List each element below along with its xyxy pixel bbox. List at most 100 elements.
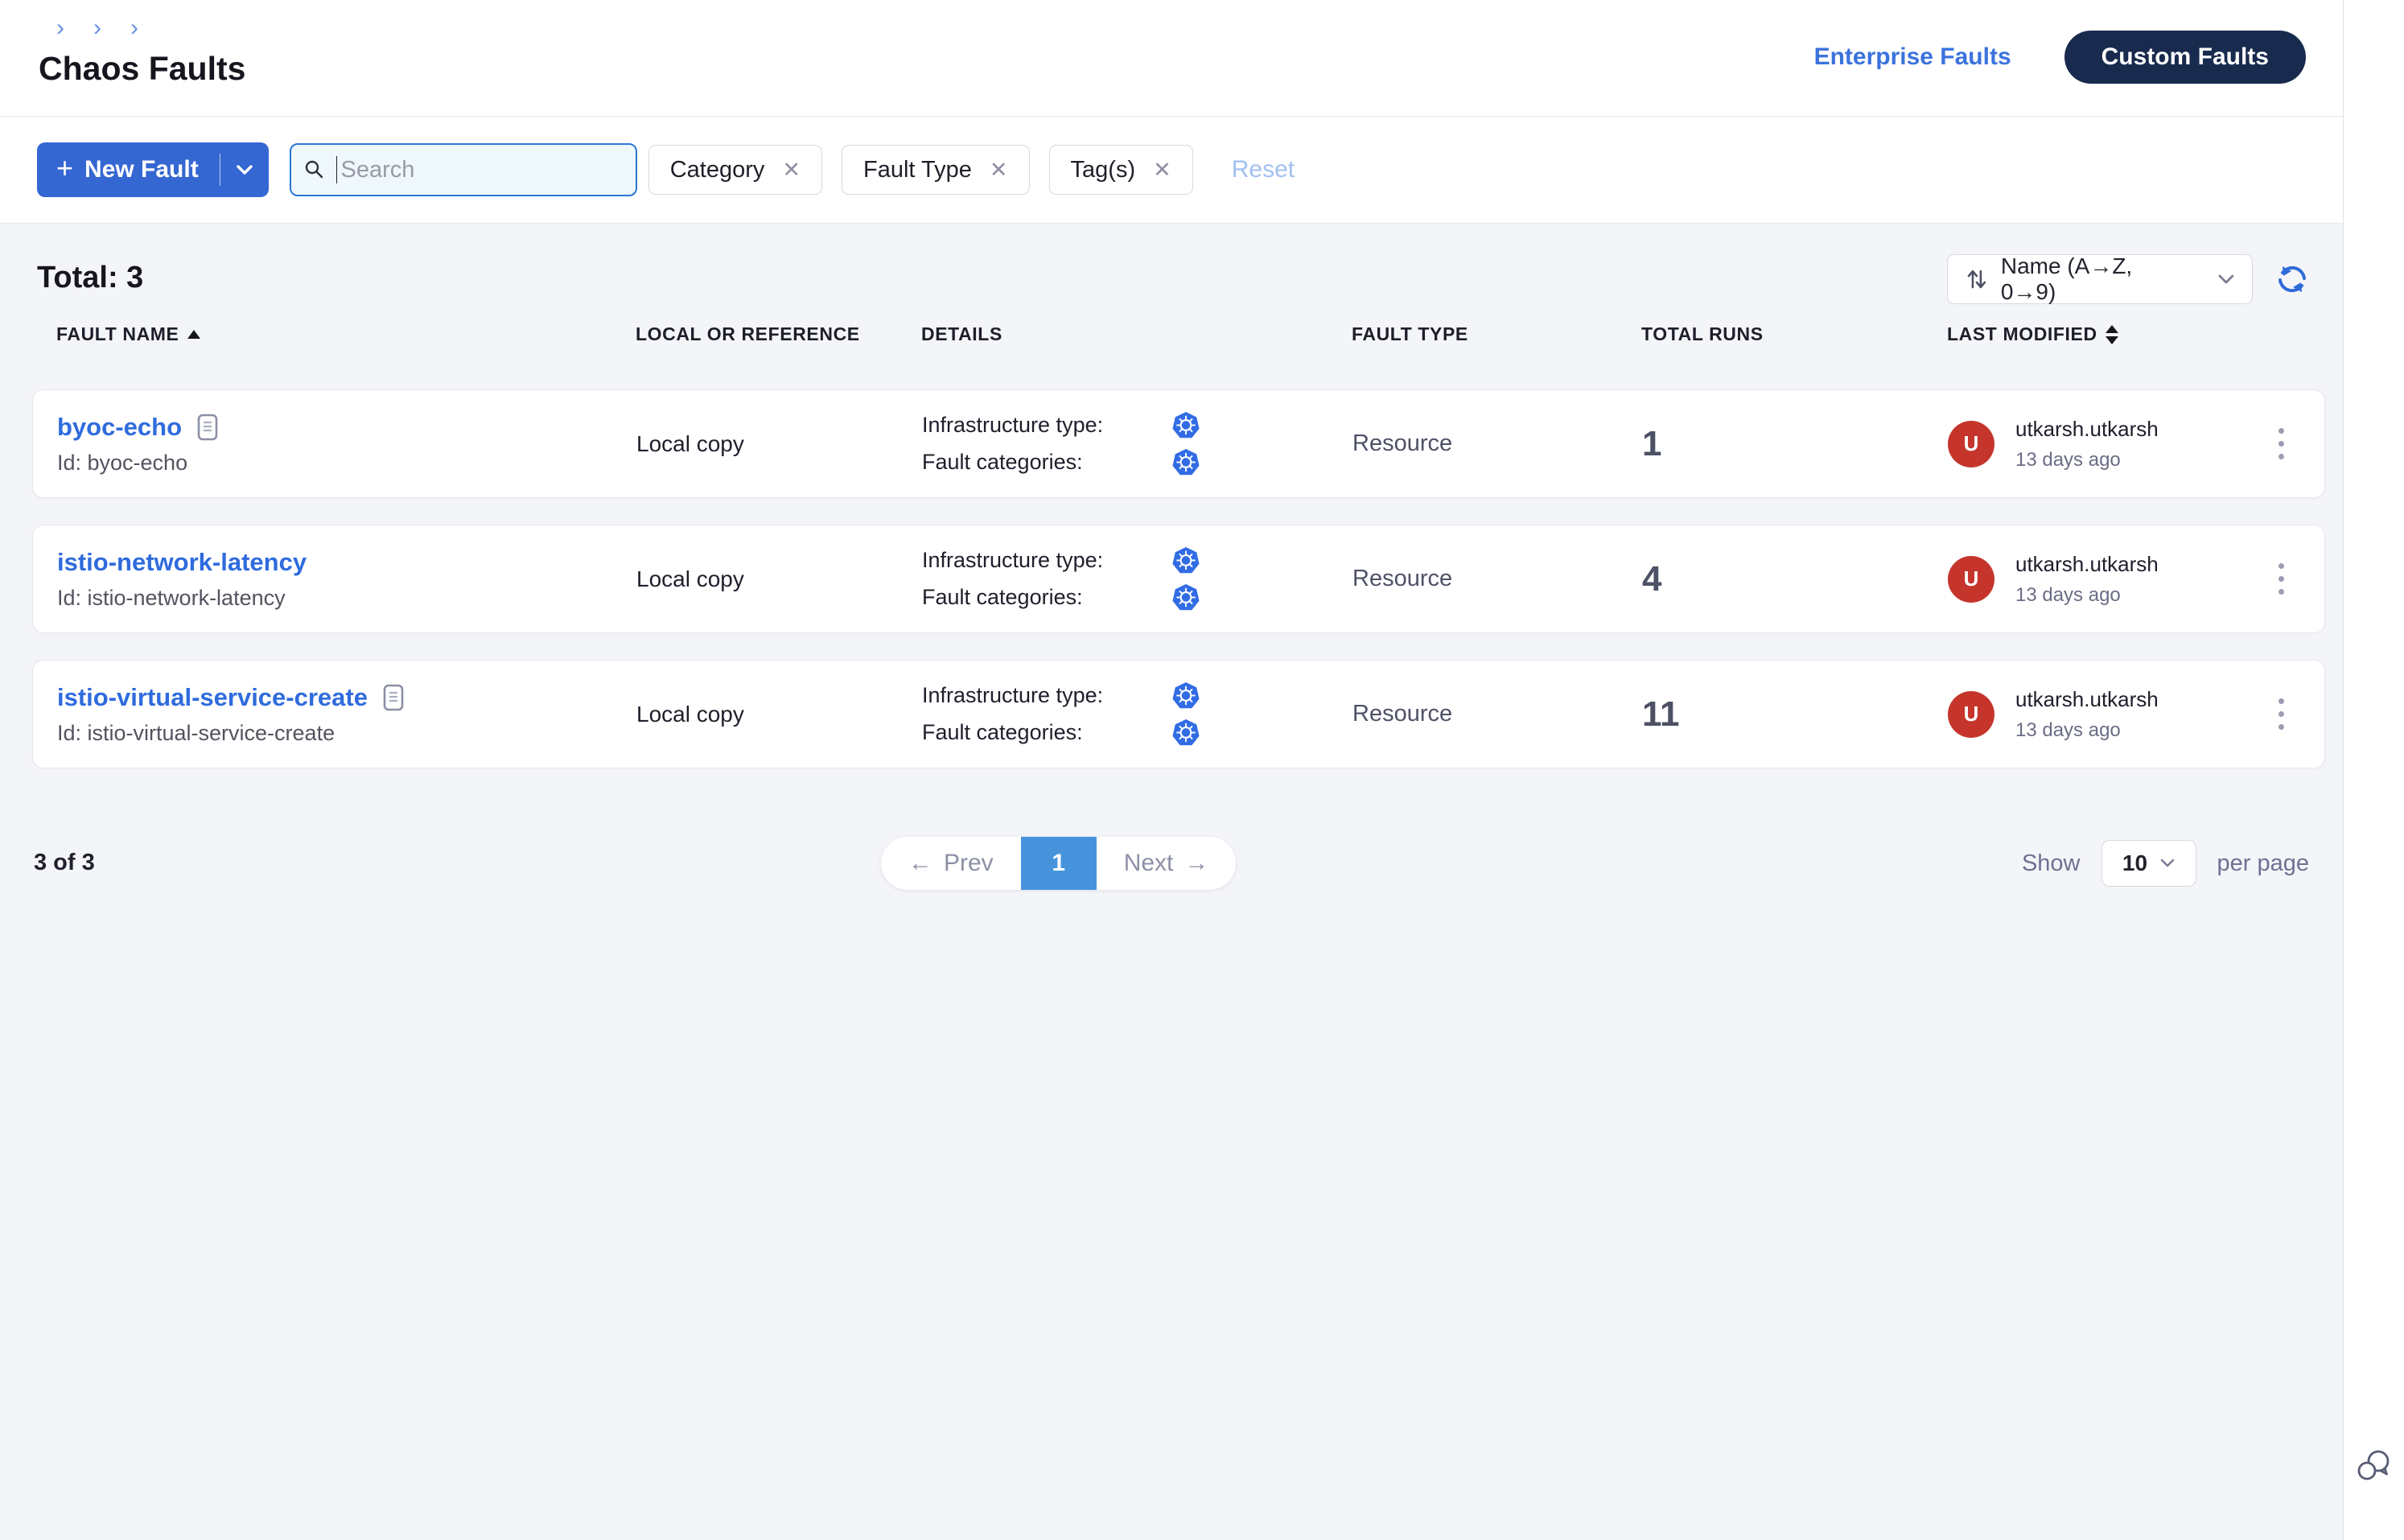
chaos-faults-page: › › › Chaos Faults Enterprise Faults Custo… xyxy=(0,0,2404,1540)
custom-faults-button[interactable]: Custom Faults xyxy=(2064,31,2306,84)
page-number-button[interactable]: 1 xyxy=(1021,837,1097,890)
copy-icon[interactable] xyxy=(196,413,219,442)
column-header-fault-name[interactable]: FAULT NAME xyxy=(56,323,636,345)
kubernetes-icon xyxy=(1171,411,1200,440)
close-icon[interactable]: ✕ xyxy=(782,158,801,183)
breadcrumb-separator: › xyxy=(93,16,101,40)
column-header-details: DETAILS xyxy=(921,323,1352,345)
column-header-total-runs: TOTAL RUNS xyxy=(1641,323,1947,345)
chevron-down-icon xyxy=(2160,859,2175,868)
modified-by: utkarsh.utkarsh xyxy=(2015,417,2159,442)
prev-page-button[interactable]: ← Prev xyxy=(881,837,1021,890)
new-fault-button[interactable]: + New Fault xyxy=(37,142,269,197)
infrastructure-type-label: Infrastructure type: xyxy=(922,548,1171,573)
details-cell: Infrastructure type: Fault categories: xyxy=(922,411,1352,477)
modified-ago: 13 days ago xyxy=(2015,449,2159,471)
search-input[interactable] xyxy=(340,157,622,183)
refresh-button[interactable] xyxy=(2275,262,2309,296)
toolbar: + New Fault Category ✕ Fault Type ✕ Tag(… xyxy=(0,117,2343,224)
text-caret xyxy=(336,156,338,183)
sort-dropdown[interactable]: Name (A→Z, 0→9) xyxy=(1947,254,2253,304)
last-modified-cell: U utkarsh.utkarsh 13 days ago xyxy=(1948,417,2229,471)
infrastructure-type-label: Infrastructure type: xyxy=(922,413,1171,438)
row-menu-button[interactable] xyxy=(2265,692,2297,737)
search-box xyxy=(290,143,637,196)
close-icon[interactable]: ✕ xyxy=(1153,158,1171,183)
page-header: › › › Chaos Faults Enterprise Faults Custo… xyxy=(0,0,2343,117)
fault-rows: byoc-echo Id: byoc-echo Local copy Infra… xyxy=(32,389,2325,768)
kubernetes-icon xyxy=(1171,583,1200,612)
close-icon[interactable]: ✕ xyxy=(990,158,1008,183)
sort-ascending-icon xyxy=(187,330,200,339)
row-menu-button[interactable] xyxy=(2265,422,2297,467)
table-header-row: FAULT NAME LOCAL OR REFERENCE DETAILS FA… xyxy=(32,323,2325,345)
last-modified-cell: U utkarsh.utkarsh 13 days ago xyxy=(1948,687,2229,742)
table-row: istio-network-latency Id: istio-network-… xyxy=(32,525,2325,633)
refresh-icon xyxy=(2275,262,2309,296)
kubernetes-icon xyxy=(1171,546,1200,575)
new-fault-label: New Fault xyxy=(84,156,199,183)
column-header-last-modified[interactable]: LAST MODIFIED xyxy=(1947,323,2229,345)
arrow-right-icon: → xyxy=(1184,850,1208,877)
modified-ago: 13 days ago xyxy=(2015,584,2159,607)
details-cell: Infrastructure type: Fault categories: xyxy=(922,681,1352,747)
plus-icon: + xyxy=(56,154,73,183)
right-strip xyxy=(2343,0,2404,1540)
next-page-button[interactable]: Next → xyxy=(1097,837,1237,890)
total-runs: 4 xyxy=(1642,559,1948,599)
page-size-dropdown[interactable]: 10 xyxy=(2101,840,2196,887)
show-label: Show xyxy=(2022,850,2081,877)
total-runs: 1 xyxy=(1642,424,1948,464)
breadcrumb-separator: › xyxy=(130,16,138,40)
arrow-left-icon: ← xyxy=(908,850,932,877)
enterprise-faults-link[interactable]: Enterprise Faults xyxy=(1814,43,2011,71)
chat-support-button[interactable] xyxy=(2355,1447,2394,1485)
chat-bubbles-icon xyxy=(2355,1447,2394,1485)
page-size-control: Show 10 per page xyxy=(2022,840,2309,887)
sort-arrows-icon xyxy=(1966,267,1988,291)
infrastructure-type-label: Infrastructure type: xyxy=(922,683,1171,708)
row-menu-button[interactable] xyxy=(2265,557,2297,602)
modified-ago: 13 days ago xyxy=(2015,719,2159,742)
column-header-local-or-reference: LOCAL OR REFERENCE xyxy=(636,323,921,345)
search-icon xyxy=(304,159,325,180)
local-or-reference: Local copy xyxy=(636,566,922,592)
sort-label: Name (A→Z, 0→9) xyxy=(2001,253,2192,305)
header-actions: Enterprise Faults Custom Faults xyxy=(1814,31,2306,84)
fault-categories-label: Fault categories: xyxy=(922,450,1171,475)
filter-chips: Category ✕ Fault Type ✕ Tag(s) ✕ xyxy=(648,145,1193,195)
fault-categories-label: Fault categories: xyxy=(922,720,1171,745)
local-or-reference: Local copy xyxy=(636,702,922,727)
fault-type: Resource xyxy=(1352,701,1642,727)
kubernetes-icon xyxy=(1171,681,1200,710)
new-fault-dropdown-toggle[interactable] xyxy=(220,142,269,197)
pagination-range: 3 of 3 xyxy=(34,850,95,876)
filter-chip[interactable]: Fault Type ✕ xyxy=(842,145,1030,195)
local-or-reference: Local copy xyxy=(636,431,922,457)
fault-name-link[interactable]: istio-network-latency xyxy=(57,548,307,577)
column-header-fault-type: FAULT TYPE xyxy=(1352,323,1641,345)
fault-name-link[interactable]: istio-virtual-service-create xyxy=(57,683,368,712)
avatar: U xyxy=(1948,556,1994,603)
fault-id: Id: istio-network-latency xyxy=(57,586,636,611)
fault-type: Resource xyxy=(1352,430,1642,457)
last-modified-cell: U utkarsh.utkarsh 13 days ago xyxy=(1948,552,2229,607)
per-page-label: per page xyxy=(2217,850,2310,877)
page-title: Chaos Faults xyxy=(39,50,245,88)
fault-type: Resource xyxy=(1352,566,1642,592)
filter-chip[interactable]: Category ✕ xyxy=(648,145,822,195)
table-row: istio-virtual-service-create Id: istio-v… xyxy=(32,660,2325,768)
filter-chip[interactable]: Tag(s) ✕ xyxy=(1049,145,1193,195)
breadcrumb: › › › xyxy=(42,18,153,42)
kubernetes-icon xyxy=(1171,719,1200,747)
chevron-down-icon xyxy=(237,165,253,175)
breadcrumb-separator: › xyxy=(56,16,64,40)
table-row: byoc-echo Id: byoc-echo Local copy Infra… xyxy=(32,389,2325,498)
reset-filters-button[interactable]: Reset xyxy=(1232,156,1295,183)
fault-name-link[interactable]: byoc-echo xyxy=(57,413,182,442)
kubernetes-icon xyxy=(1171,448,1200,477)
copy-icon[interactable] xyxy=(382,683,405,712)
modified-by: utkarsh.utkarsh xyxy=(2015,687,2159,712)
modified-by: utkarsh.utkarsh xyxy=(2015,552,2159,577)
content-area: Total: 3 Name (A→Z, 0→9) FAULT NAME LOCA… xyxy=(0,224,2343,1540)
